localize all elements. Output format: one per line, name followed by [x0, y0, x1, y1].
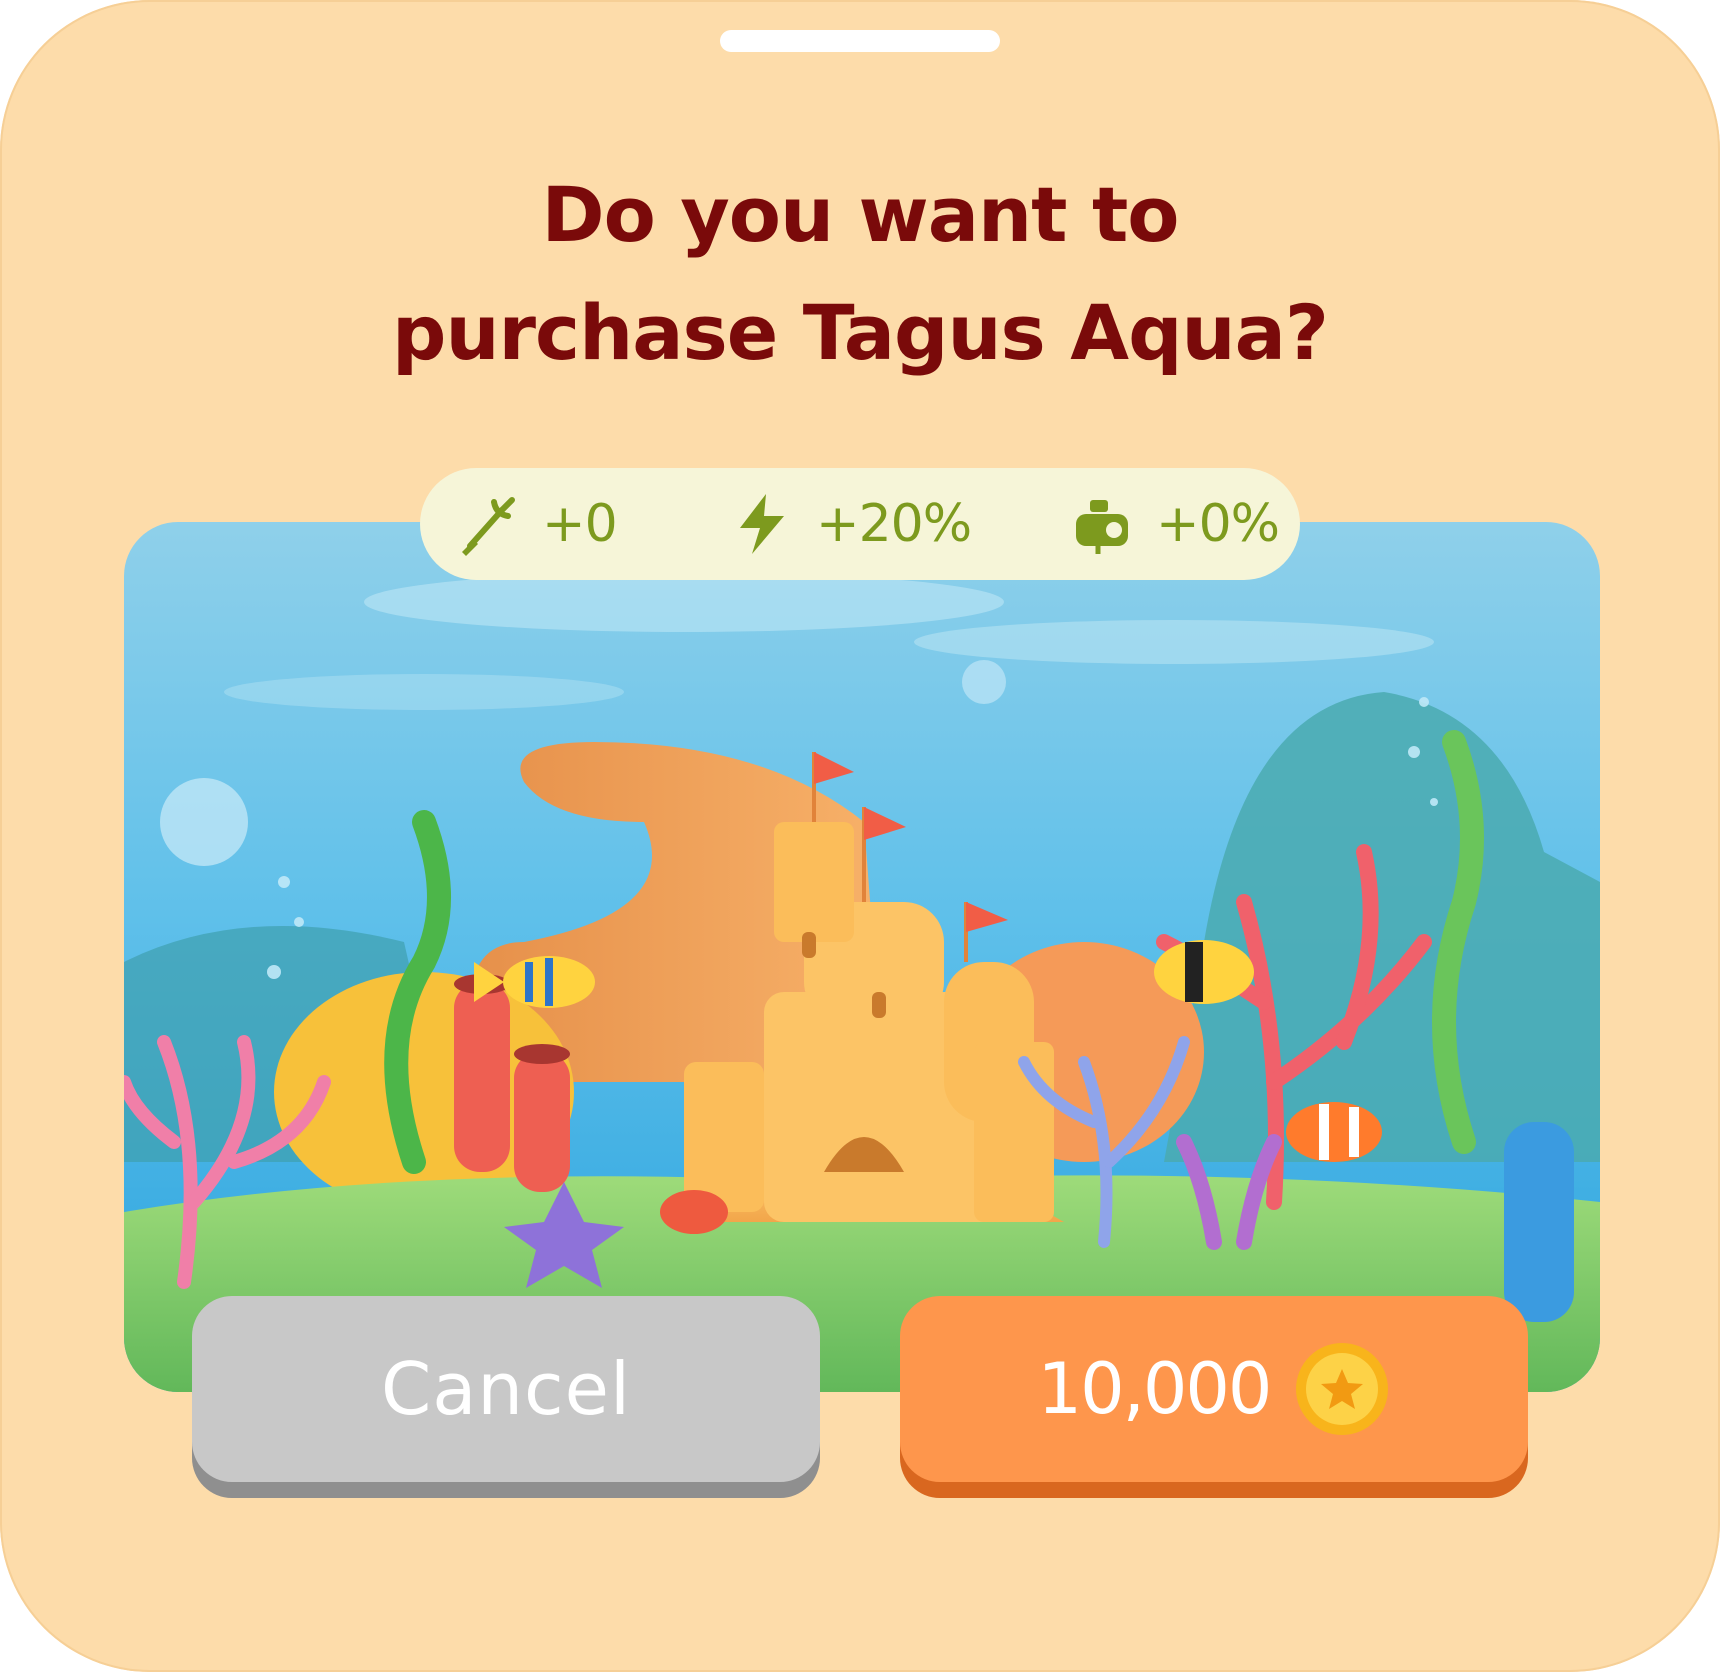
stat-pump-value: +0%: [1156, 494, 1280, 554]
cancel-label: Cancel: [381, 1347, 631, 1431]
stat-trident: +0: [456, 468, 618, 580]
stat-trident-value: +0: [542, 494, 618, 554]
trident-icon: [462, 497, 515, 556]
pump-icon: [1076, 500, 1128, 554]
stat-lightning-value: +20%: [816, 494, 972, 554]
cancel-button[interactable]: Cancel: [192, 1296, 820, 1482]
dialog-title: Do you want to purchase Tagus Aqua?: [160, 156, 1560, 392]
title-line-1: Do you want to: [541, 170, 1179, 259]
title-line-2: purchase Tagus Aqua?: [392, 288, 1329, 377]
purchase-dialog: Do you want to purchase Tagus Aqua? +0 +…: [0, 0, 1720, 1672]
aquarium-preview-image: [124, 522, 1600, 1392]
buy-price: 10,000: [1037, 1348, 1273, 1430]
stats-pill: +0 +20% +0%: [420, 468, 1300, 580]
lightning-icon: [740, 494, 784, 554]
coin-star-icon: [1296, 1343, 1389, 1435]
stat-pump: +0%: [1070, 468, 1280, 580]
drag-handle[interactable]: [720, 30, 1000, 52]
stat-lightning: +20%: [730, 468, 972, 580]
buy-button[interactable]: 10,000: [900, 1296, 1528, 1482]
